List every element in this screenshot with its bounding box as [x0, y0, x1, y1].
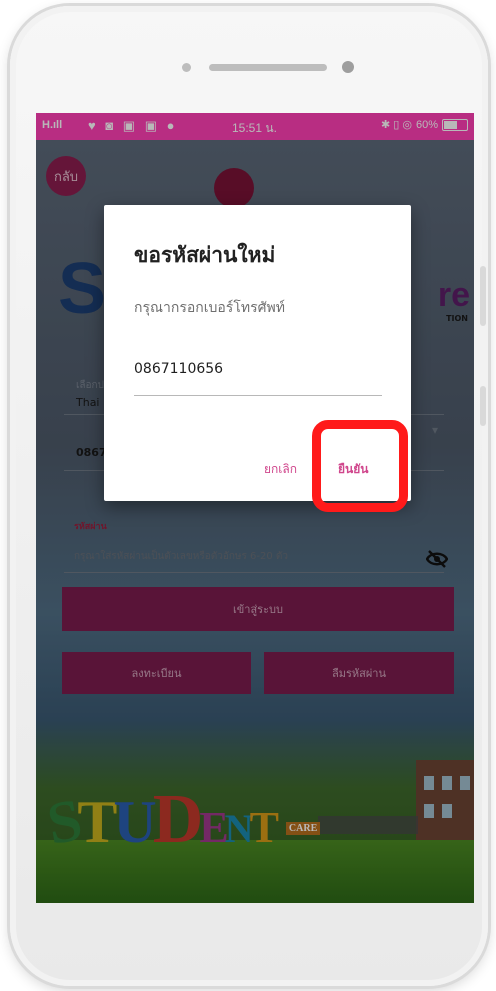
dialog-input-underline: [134, 395, 382, 396]
proximity-sensor: [342, 61, 354, 73]
cancel-button[interactable]: ยกเลิก: [264, 460, 297, 479]
volume-button: [480, 266, 486, 326]
dialog-phone-input[interactable]: [134, 361, 382, 377]
earpiece-speaker: [209, 64, 327, 71]
dialog-message: กรุณากรอกเบอร์โทรศัพท์: [134, 300, 285, 316]
confirm-highlight-box: [312, 420, 408, 512]
power-button: [480, 386, 486, 426]
front-camera: [182, 63, 191, 72]
dialog-title: ขอรหัสผ่านใหม่: [134, 243, 276, 267]
